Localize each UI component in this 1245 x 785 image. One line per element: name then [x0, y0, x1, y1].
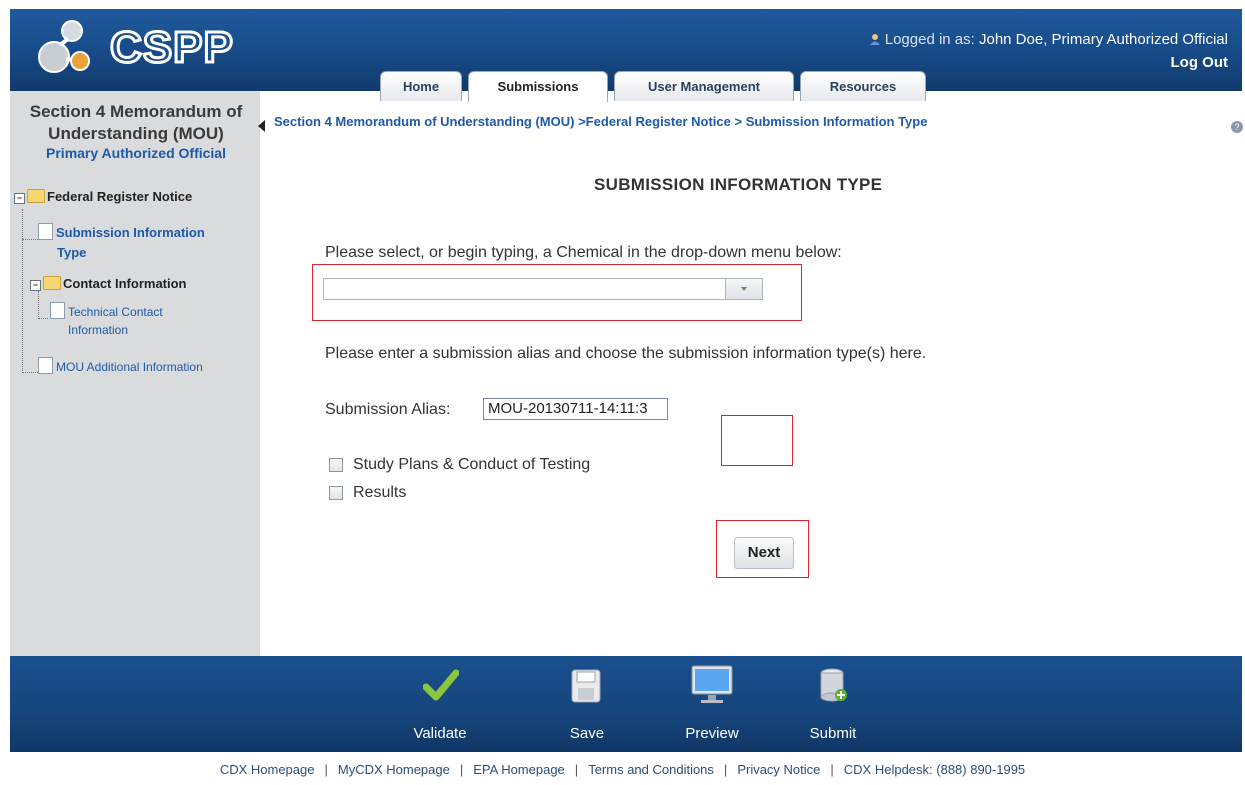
tree-item-label: MOU Additional Information [56, 360, 203, 374]
tree-item-contact-information[interactable]: − Contact Information [30, 276, 187, 291]
save-button[interactable]: Save [547, 656, 627, 752]
study-plans-label: Study Plans & Conduct of Testing [353, 456, 591, 473]
preview-label: Preview [685, 725, 739, 742]
logout-link[interactable]: Log Out [1171, 54, 1228, 71]
validate-label: Validate [413, 725, 467, 742]
tab-resources[interactable]: Resources [800, 71, 926, 101]
save-label: Save [569, 725, 605, 742]
tree-item-submission-information-type[interactable]: Submission Information [38, 223, 205, 240]
chevron-down-icon [741, 287, 747, 291]
privacy-link[interactable]: Privacy Notice [737, 762, 820, 777]
sidebar-subtitle: Primary Authorized Official [46, 145, 226, 161]
tab-user-management[interactable]: User Management [614, 71, 794, 101]
login-status: Logged in as: John Doe, Primary Authoriz… [869, 31, 1228, 48]
highlight-box-empty [721, 415, 793, 466]
cdx-homepage-link[interactable]: CDX Homepage [220, 762, 315, 777]
breadcrumb: Section 4 Memorandum of Understanding (M… [274, 114, 928, 129]
user-name: John Doe, Primary Authorized Official [978, 31, 1228, 48]
molecule-logo-icon [38, 20, 90, 73]
tree-item-technical-contact-information[interactable]: Technical Contact [50, 302, 163, 319]
tree-item-mou-additional-information[interactable]: MOU Additional Information [38, 357, 203, 374]
help-icon[interactable]: ? [1231, 121, 1243, 133]
chemical-combobox[interactable] [323, 278, 763, 300]
database-submit-icon [820, 668, 847, 702]
folder-icon [27, 189, 45, 203]
sidebar-collapse-arrow-icon[interactable] [258, 120, 265, 132]
link-separator: | [324, 762, 328, 777]
mycdx-homepage-link[interactable]: MyCDX Homepage [338, 762, 450, 777]
action-toolbar: Validate Save Preview Submit [10, 656, 1242, 752]
tree-item-federal-register-notice[interactable]: − Federal Register Notice [14, 189, 192, 204]
tree-item-label: Federal Register Notice [47, 189, 193, 204]
header-bar: CSPP Logged in as: John Doe, Primary Aut… [10, 9, 1242, 102]
chemical-prompt: Please select, or begin typing, a Chemic… [325, 244, 842, 261]
document-icon [38, 357, 53, 374]
footer-links: CDX Homepage | MyCDX Homepage | EPA Homepage… [0, 762, 1245, 777]
tree-item-technical-contact-information-line2[interactable]: Information [68, 323, 128, 337]
folder-icon [43, 276, 61, 290]
tree-line [22, 209, 23, 373]
next-button[interactable]: Next [734, 537, 794, 569]
checkmark-icon [423, 669, 459, 701]
epa-homepage-link[interactable]: EPA Homepage [473, 762, 565, 777]
submit-label: Submit [809, 725, 857, 742]
sidebar-title-line2: Understanding (MOU) [48, 124, 224, 143]
top-strip [0, 0, 1245, 9]
study-plans-checkbox[interactable] [329, 458, 343, 472]
cspp-logo[interactable]: CSPP [32, 17, 235, 77]
submission-alias-input[interactable]: MOU-20130711-14:11:3 [483, 398, 668, 420]
floppy-disk-icon [571, 669, 601, 703]
sidebar-title-line1: Section 4 Memorandum of [29, 102, 243, 121]
tree-item-label: Technical Contact [68, 305, 163, 319]
sidebar-title: Section 4 Memorandum of Understanding (M… [16, 101, 256, 145]
helpdesk-link[interactable]: CDX Helpdesk: (888) 890-1995 [844, 762, 1025, 777]
link-separator: | [723, 762, 728, 777]
collapse-toggle[interactable]: − [30, 280, 41, 291]
link-separator: | [574, 762, 579, 777]
alias-label: Submission Alias: [325, 401, 451, 418]
tree-item-label: Contact Information [63, 276, 187, 291]
submit-button[interactable]: Submit [793, 656, 873, 752]
document-icon [38, 223, 53, 240]
tree-line [38, 291, 39, 319]
tab-home[interactable]: Home [380, 71, 462, 101]
link-separator: | [830, 762, 834, 777]
logged-in-label: Logged in as: [884, 31, 975, 48]
link-separator: | [459, 762, 464, 777]
tree-item-label: Submission Information [56, 225, 205, 240]
terms-link[interactable]: Terms and Conditions [588, 762, 714, 777]
logo-text: CSPP [109, 22, 235, 74]
monitor-icon [691, 665, 733, 703]
tree-item-submission-information-type-line2[interactable]: Type [57, 245, 86, 260]
sidebar: Section 4 Memorandum of Understanding (M… [10, 91, 260, 656]
preview-button[interactable]: Preview [672, 656, 752, 752]
results-checkbox[interactable] [329, 486, 343, 500]
collapse-toggle[interactable]: − [14, 193, 25, 204]
tab-submissions[interactable]: Submissions [468, 71, 608, 102]
tree-line [38, 318, 48, 319]
validate-button[interactable]: Validate [400, 656, 480, 752]
user-icon [869, 32, 881, 45]
results-label: Results [353, 484, 407, 501]
page-title: SUBMISSION INFORMATION TYPE [594, 175, 883, 194]
chemical-dropdown-button[interactable] [725, 279, 762, 299]
document-icon [50, 302, 65, 319]
alias-prompt: Please enter a submission alias and choo… [325, 345, 927, 362]
